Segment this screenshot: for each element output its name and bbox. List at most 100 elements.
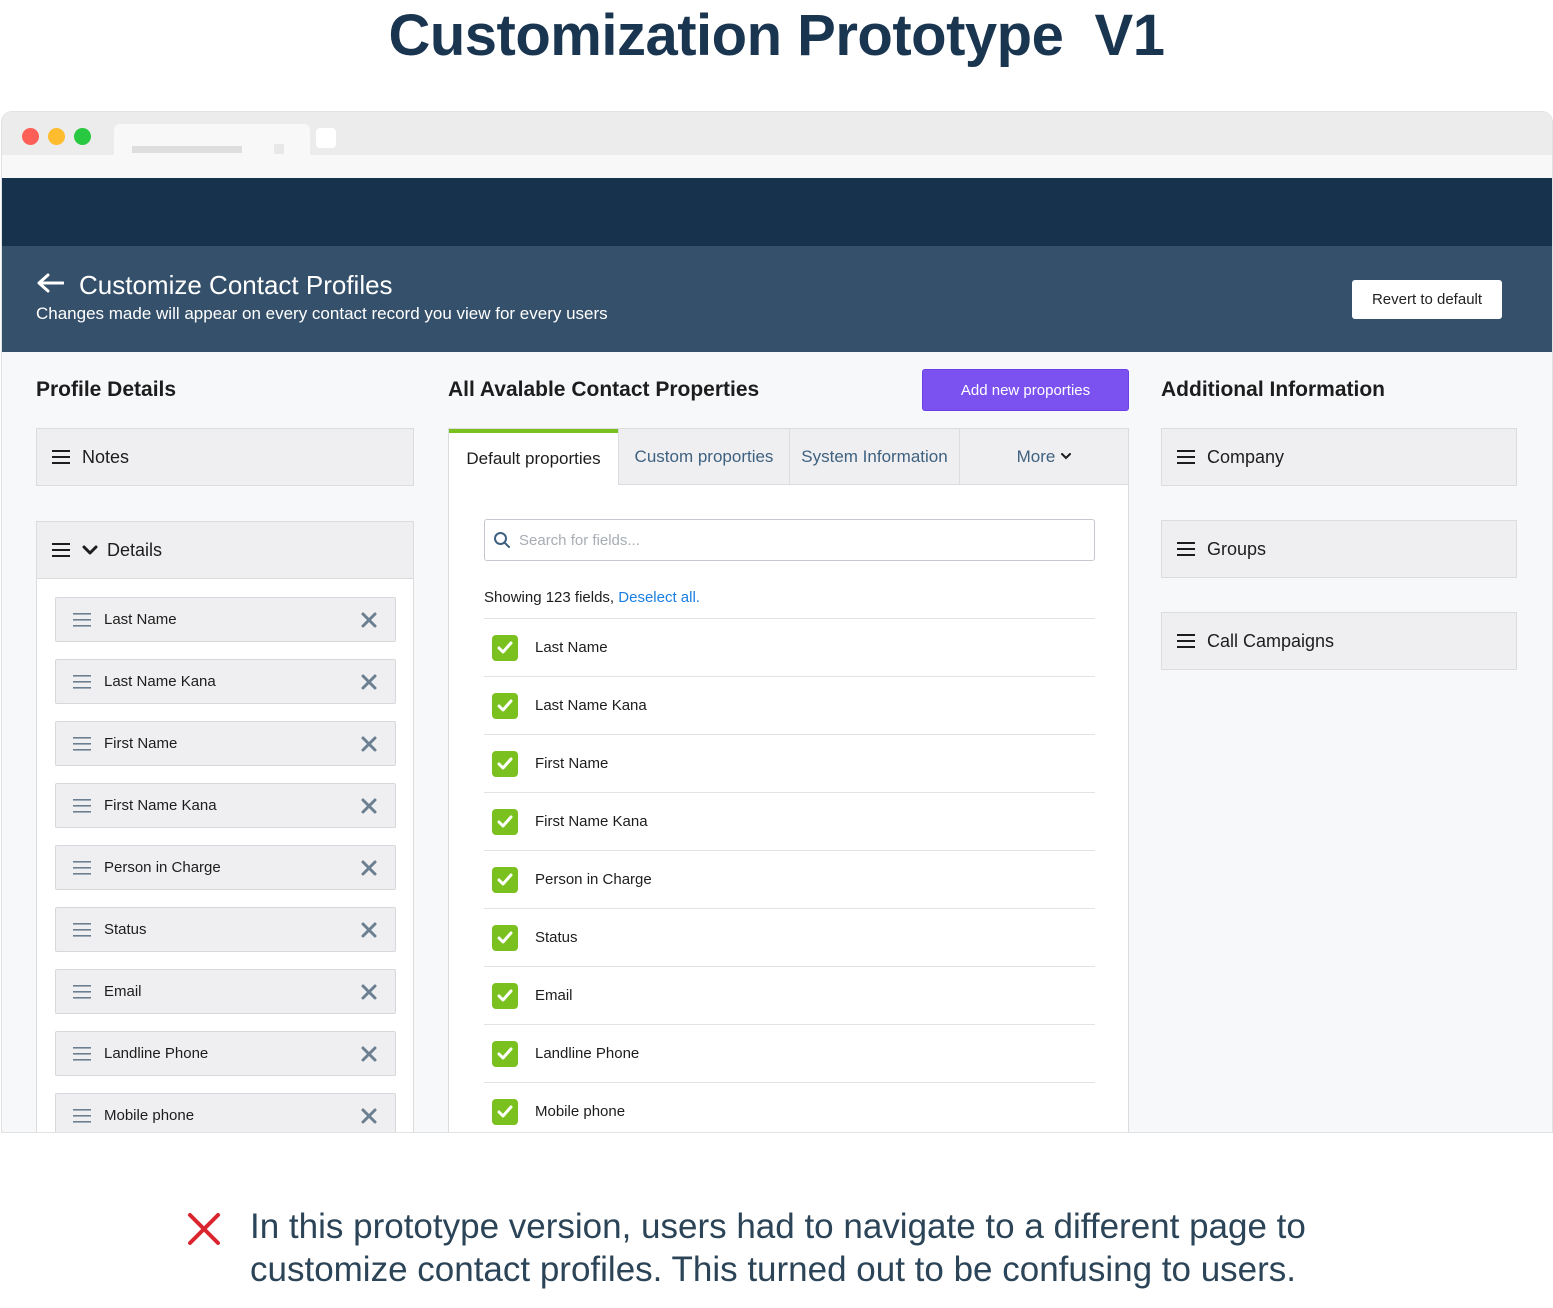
- detail-field-item[interactable]: First Name: [55, 721, 396, 766]
- property-row[interactable]: Email: [484, 966, 1095, 1024]
- property-row[interactable]: Last Name Kana: [484, 676, 1095, 734]
- property-row[interactable]: Mobile phone: [484, 1082, 1095, 1132]
- minimize-window-dot[interactable]: [48, 128, 65, 145]
- tab-more[interactable]: More: [959, 429, 1128, 485]
- checkmark-icon: [497, 1105, 513, 1117]
- property-checkbox[interactable]: [492, 692, 518, 719]
- add-new-properties-button[interactable]: Add new proporties: [922, 369, 1129, 411]
- detail-field-item[interactable]: First Name Kana: [55, 783, 396, 828]
- drag-handle-icon[interactable]: [73, 674, 91, 689]
- detail-field-label: Person in Charge: [104, 859, 221, 876]
- details-label: Details: [107, 539, 163, 560]
- back-arrow-icon[interactable]: [36, 272, 64, 294]
- company-section[interactable]: Company: [1161, 428, 1517, 486]
- property-label: Mobile phone: [535, 1103, 626, 1120]
- drag-handle-icon[interactable]: [52, 450, 70, 464]
- detail-field-label: Last Name: [104, 611, 177, 628]
- tab-custom-properties[interactable]: Custom proporties: [618, 429, 789, 485]
- detail-field-label: First Name Kana: [104, 797, 217, 814]
- checkmark-icon: [497, 641, 513, 653]
- property-label: First Name Kana: [535, 813, 648, 830]
- tab-more-label: More: [1016, 446, 1056, 466]
- company-label: Company: [1207, 446, 1285, 467]
- remove-icon[interactable]: [360, 983, 378, 1001]
- property-checkbox[interactable]: [492, 808, 518, 835]
- remove-icon[interactable]: [360, 735, 378, 753]
- showing-count-label: Showing 123 fields,: [484, 589, 619, 606]
- tab-system-information[interactable]: System Information: [789, 429, 959, 485]
- search-input[interactable]: [519, 531, 1079, 549]
- remove-icon[interactable]: [360, 611, 378, 629]
- drag-handle-icon[interactable]: [73, 860, 91, 875]
- property-checkbox[interactable]: [492, 1098, 518, 1125]
- browser-tab-close-icon[interactable]: [274, 144, 284, 154]
- red-cross-icon: [188, 1213, 220, 1245]
- checkmark-icon: [497, 699, 513, 711]
- drag-handle-icon[interactable]: [73, 1046, 91, 1061]
- browser-window: Customize Contact Profiles Changes made …: [2, 112, 1552, 1132]
- detail-field-label: Email: [104, 983, 142, 1000]
- detail-field-item[interactable]: Landline Phone: [55, 1031, 396, 1076]
- details-section-header[interactable]: Details: [37, 522, 413, 579]
- notes-section[interactable]: Notes: [36, 428, 414, 486]
- checkmark-icon: [497, 931, 513, 943]
- search-field[interactable]: [484, 519, 1095, 561]
- remove-icon[interactable]: [360, 673, 378, 691]
- checkmark-icon: [497, 873, 513, 885]
- maximize-window-dot[interactable]: [74, 128, 91, 145]
- drag-handle-icon[interactable]: [73, 1108, 91, 1123]
- drag-handle-icon[interactable]: [1177, 634, 1195, 648]
- property-checkbox[interactable]: [492, 634, 518, 661]
- detail-field-item[interactable]: Last Name Kana: [55, 659, 396, 704]
- drag-handle-icon[interactable]: [1177, 542, 1195, 556]
- new-tab-button[interactable]: [316, 128, 336, 148]
- checkmark-icon: [497, 989, 513, 1001]
- drag-handle-icon[interactable]: [52, 543, 70, 557]
- additional-information-title: Additional Information: [1161, 378, 1385, 401]
- deselect-all-link[interactable]: Deselect all.: [618, 589, 700, 606]
- property-row[interactable]: Status: [484, 908, 1095, 966]
- property-label: Status: [535, 929, 578, 946]
- drag-handle-icon[interactable]: [73, 922, 91, 937]
- revert-to-default-button[interactable]: Revert to default: [1352, 280, 1502, 319]
- tab-default-properties[interactable]: Default proporties: [449, 429, 618, 485]
- property-checkbox[interactable]: [492, 866, 518, 893]
- drag-handle-icon[interactable]: [73, 736, 91, 751]
- detail-field-item[interactable]: Email: [55, 969, 396, 1014]
- browser-tab[interactable]: [114, 124, 310, 156]
- detail-field-item[interactable]: Last Name: [55, 597, 396, 642]
- remove-icon[interactable]: [360, 1107, 378, 1125]
- detail-field-item[interactable]: Mobile phone: [55, 1093, 396, 1132]
- properties-panel: Default proporties Custom proporties Sys…: [448, 428, 1129, 1132]
- detail-field-label: Landline Phone: [104, 1045, 209, 1062]
- page-header: Customize Contact Profiles Changes made …: [2, 246, 1552, 352]
- browser-tab-title-placeholder: [132, 146, 242, 153]
- detail-field-item[interactable]: Person in Charge: [55, 845, 396, 890]
- property-row[interactable]: Last Name: [484, 618, 1095, 676]
- drag-handle-icon[interactable]: [73, 612, 91, 627]
- groups-section[interactable]: Groups: [1161, 520, 1517, 578]
- header-subtitle: Changes made will appear on every contac…: [36, 304, 608, 323]
- properties-title: All Avalable Contact Properties: [448, 378, 760, 401]
- property-row[interactable]: Landline Phone: [484, 1024, 1095, 1082]
- notes-label: Notes: [82, 446, 130, 467]
- property-checkbox[interactable]: [492, 750, 518, 777]
- drag-handle-icon[interactable]: [1177, 450, 1195, 464]
- detail-field-item[interactable]: Status: [55, 907, 396, 952]
- property-checkbox[interactable]: [492, 982, 518, 1009]
- groups-label: Groups: [1207, 538, 1267, 559]
- drag-handle-icon[interactable]: [73, 798, 91, 813]
- remove-icon[interactable]: [360, 921, 378, 939]
- remove-icon[interactable]: [360, 859, 378, 877]
- drag-handle-icon[interactable]: [73, 984, 91, 999]
- remove-icon[interactable]: [360, 797, 378, 815]
- property-row[interactable]: First Name Kana: [484, 792, 1095, 850]
- property-checkbox[interactable]: [492, 1040, 518, 1067]
- property-row[interactable]: Person in Charge: [484, 850, 1095, 908]
- close-window-dot[interactable]: [22, 128, 39, 145]
- property-checkbox[interactable]: [492, 924, 518, 951]
- remove-icon[interactable]: [360, 1045, 378, 1063]
- property-row[interactable]: First Name: [484, 734, 1095, 792]
- call-campaigns-section[interactable]: Call Campaigns: [1161, 612, 1517, 670]
- chevron-down-icon[interactable]: [82, 544, 98, 556]
